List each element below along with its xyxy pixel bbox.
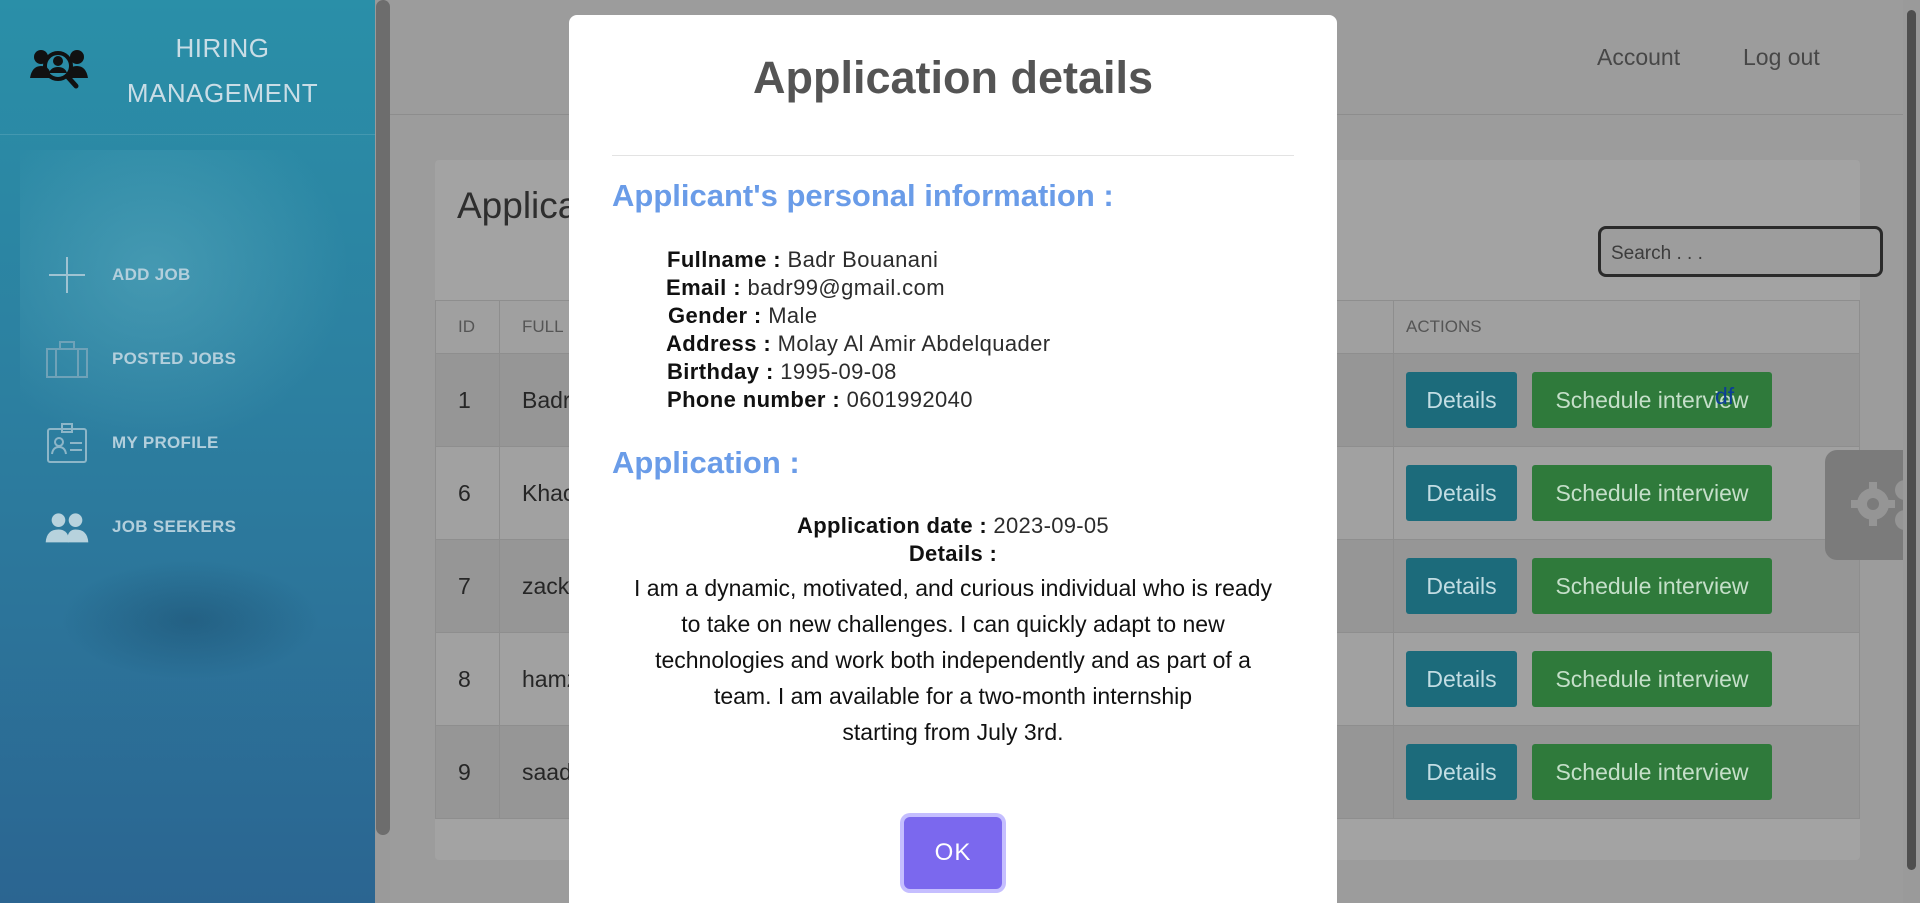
address-value: Molay Al Amir Abdelquader: [777, 331, 1051, 356]
fullname-label: Fullname :: [667, 247, 782, 272]
application-details-modal: Application details Applicant's personal…: [569, 15, 1337, 903]
plus-icon: [49, 257, 85, 293]
cell-id: 8: [435, 632, 500, 726]
cell-id: 1: [435, 353, 500, 447]
cell-actions: Details Schedule interview: [1393, 725, 1860, 819]
details-button[interactable]: Details: [1406, 372, 1517, 428]
birthday-row: Birthday : 1995-09-08: [666, 358, 1166, 386]
logout-link[interactable]: Log out: [1743, 44, 1820, 71]
cell-actions: Details Schedule interview: [1393, 539, 1860, 633]
cell-id: 6: [435, 446, 500, 540]
phone-label: Phone number :: [667, 387, 841, 412]
email-row: Email : badr99@gmail.com: [666, 274, 1166, 302]
address-label: Address :: [666, 331, 772, 356]
sidebar-item-label: POSTED JOBS: [112, 349, 237, 368]
details-line: I am a dynamic, motivated, and curious i…: [634, 575, 1272, 601]
birthday-label: Birthday :: [667, 359, 774, 384]
birthday-value: 1995-09-08: [780, 359, 897, 384]
schedule-interview-button[interactable]: Schedule interview: [1532, 372, 1772, 428]
cv-file-link[interactable]: df: [1715, 383, 1734, 410]
gender-row: Gender : Male: [666, 302, 1166, 330]
phone-value: 0601992040: [846, 387, 973, 412]
sidebar-item-label: JOB SEEKERS: [112, 517, 237, 536]
details-line: technologies and work both independently…: [655, 647, 1251, 673]
schedule-interview-button[interactable]: Schedule interview: [1532, 744, 1772, 800]
ok-button[interactable]: OK: [904, 817, 1002, 889]
details-button[interactable]: Details: [1406, 651, 1517, 707]
sidebar-item-job-seekers[interactable]: JOB SEEKERS: [0, 497, 375, 557]
sidebar-item-posted-jobs[interactable]: POSTED JOBS: [0, 329, 375, 389]
column-header-id: ID: [435, 300, 500, 354]
search-input[interactable]: Search . . .: [1598, 226, 1883, 277]
application-details-text: I am a dynamic, motivated, and curious i…: [612, 570, 1294, 750]
personal-info: Fullname : Badr Bouanani Email : badr99@…: [666, 246, 1166, 414]
sidebar-item-my-profile[interactable]: MY PROFILE: [0, 413, 375, 473]
address-row: Address : Molay Al Amir Abdelquader: [666, 330, 1166, 358]
details-button[interactable]: Details: [1406, 558, 1517, 614]
column-header-actions: ACTIONS: [1393, 300, 1860, 354]
sidebar-item-label: MY PROFILE: [112, 433, 219, 452]
phone-row: Phone number : 0601992040: [666, 386, 1166, 414]
brand-title-line-1: HIRING: [175, 33, 270, 63]
details-button[interactable]: Details: [1406, 744, 1517, 800]
fullname-value: Badr Bouanani: [787, 247, 939, 272]
scrollbar-thumb[interactable]: [1907, 10, 1916, 870]
divider: [612, 155, 1294, 156]
page-scrollbar[interactable]: [1903, 0, 1920, 903]
cell-id: 7: [435, 539, 500, 633]
users-icon: [45, 513, 89, 543]
application-date-label: Application date :: [797, 513, 987, 538]
team-search-icon: [30, 50, 88, 89]
sidebar-scrollbar[interactable]: [376, 0, 390, 835]
page-title: Applica: [457, 185, 579, 226]
personal-info-heading: Applicant's personal information :: [612, 178, 1114, 213]
application-date-value: 2023-09-05: [993, 513, 1109, 538]
schedule-interview-button[interactable]: Schedule interview: [1532, 558, 1772, 614]
application-date-row: Application date : 2023-09-05: [612, 512, 1294, 540]
sidebar-item-add-job[interactable]: ADD JOB: [0, 245, 375, 305]
gender-value: Male: [768, 303, 818, 328]
cell-actions: Details Schedule interview: [1393, 632, 1860, 726]
id-card-icon: [47, 423, 87, 463]
details-line: starting from July 3rd.: [842, 719, 1064, 745]
sidebar-background-decor: [60, 560, 320, 680]
account-link[interactable]: Account: [1597, 44, 1680, 71]
details-line: to take on new challenges. I can quickly…: [681, 611, 1225, 637]
details-button[interactable]: Details: [1406, 465, 1517, 521]
modal-title: Application details: [752, 52, 1154, 103]
application-heading: Application :: [612, 445, 800, 480]
details-label: Details :: [908, 541, 998, 566]
sidebar-item-label: ADD JOB: [112, 265, 191, 284]
schedule-interview-button[interactable]: Schedule interview: [1532, 465, 1772, 521]
details-line: team. I am available for a two-month int…: [713, 683, 1193, 709]
details-row: Details :: [612, 540, 1294, 568]
briefcase-icon: [46, 341, 88, 378]
cell-actions: Details Schedule interview: [1393, 446, 1860, 540]
application-meta: Application date : 2023-09-05 Details :: [612, 512, 1294, 568]
sidebar: HIRING MANAGEMENT ADD JOB POSTED JOBS MY…: [0, 0, 375, 903]
brand[interactable]: HIRING MANAGEMENT: [0, 0, 375, 135]
brand-title: HIRING MANAGEMENT: [110, 26, 335, 116]
cell-id: 9: [435, 725, 500, 819]
email-value: badr99@gmail.com: [747, 275, 945, 300]
gender-label: Gender :: [668, 303, 762, 328]
brand-title-line-2: MANAGEMENT: [126, 78, 319, 108]
schedule-interview-button[interactable]: Schedule interview: [1532, 651, 1772, 707]
email-label: Email :: [666, 275, 741, 300]
fullname-row: Fullname : Badr Bouanani: [666, 246, 1166, 274]
cell-actions: Details Schedule interview: [1393, 353, 1860, 447]
